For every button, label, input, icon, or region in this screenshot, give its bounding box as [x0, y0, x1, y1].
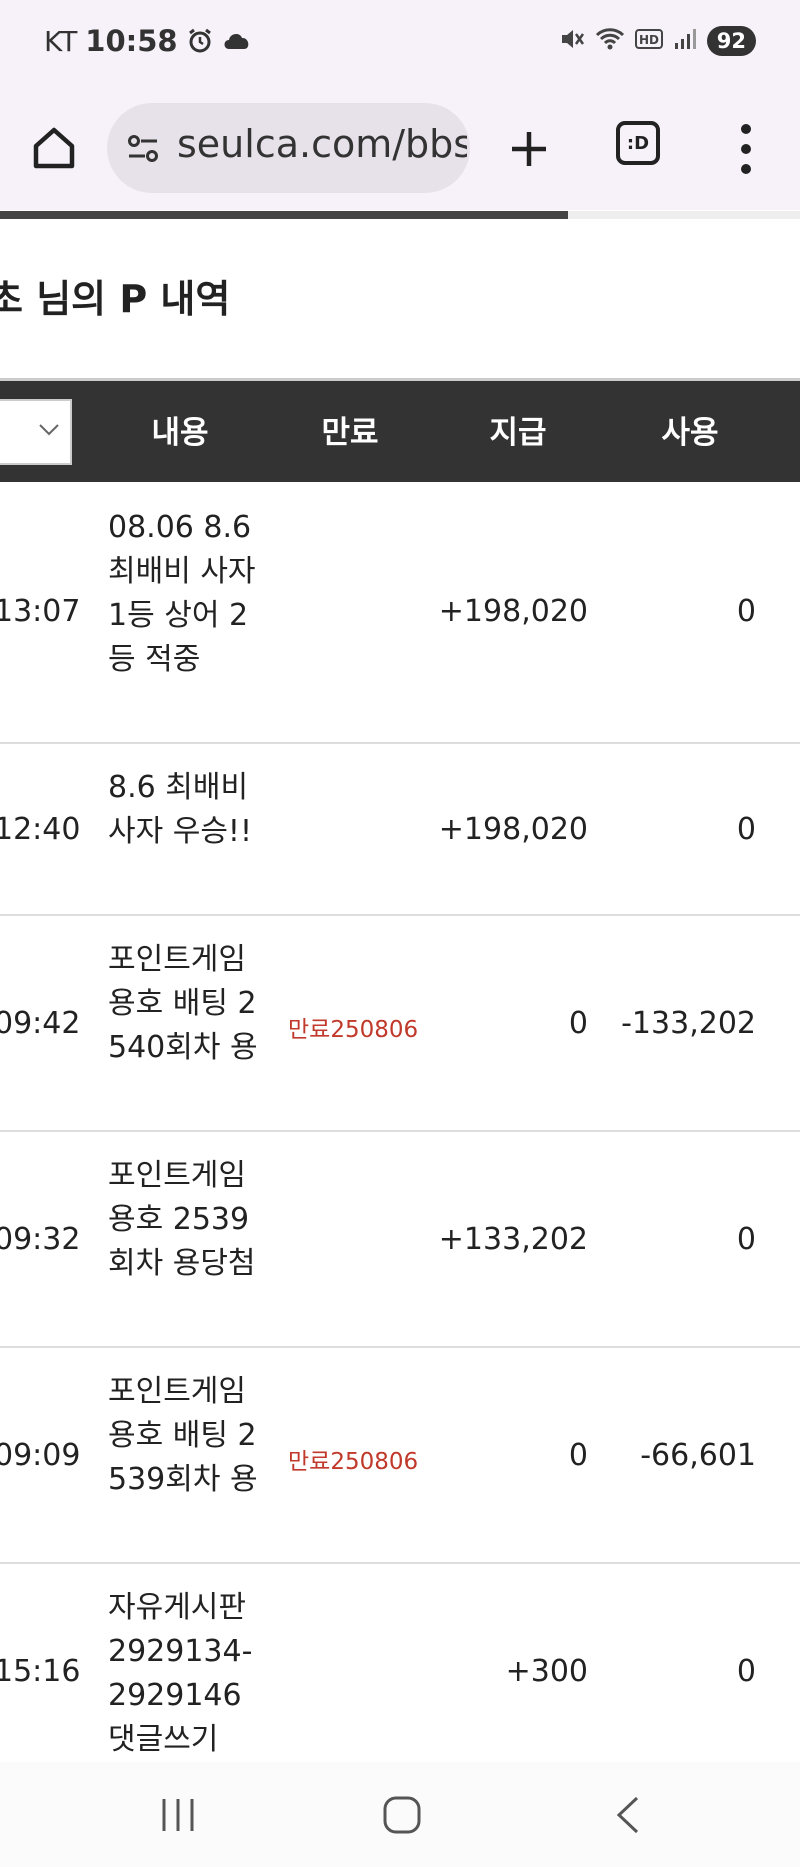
row-time: 09:42 [0, 1006, 81, 1041]
site-settings-icon[interactable] [125, 131, 161, 167]
status-left: KT 10:58 [44, 24, 250, 58]
page-title: 초 님의 P 내역 [0, 277, 231, 321]
progress-fill [0, 211, 568, 219]
table-row: 09:09 포인트게임 용호 배팅 2539회차 용 만료250806 0 -6… [0, 1348, 800, 1564]
row-use: 0 [736, 1222, 756, 1257]
url-text[interactable]: seulca.com/bbs [177, 122, 467, 166]
row-content[interactable]: 포인트게임 용호 배팅 2540회차 용 [108, 938, 258, 1070]
header-pay: 지급 [489, 415, 547, 451]
row-use: 0 [736, 594, 756, 629]
row-content[interactable]: 포인트게임 용호 2539회차 용당첨 [108, 1154, 258, 1286]
row-content[interactable]: 08.06 8.6 최배비 사자 1등 상어 2등 적중 [108, 506, 258, 682]
browser-toolbar: seulca.com/bbs :D [0, 90, 800, 210]
mute-icon [559, 26, 585, 56]
battery-indicator: 92 [706, 26, 756, 56]
table-row: 09:42 포인트게임 용호 배팅 2540회차 용 만료250806 0 -1… [0, 916, 800, 1132]
row-pay: 0 [568, 1438, 588, 1473]
home-icon [33, 127, 75, 169]
chevron-down-icon [39, 424, 59, 436]
table-row: 15:16 자유게시판 2929134-2929146 댓글쓰기 +300 0 [0, 1564, 800, 1780]
nav-home-icon [383, 1796, 421, 1834]
row-use: 0 [736, 1654, 756, 1689]
row-pay: 0 [568, 1006, 588, 1041]
address-bar[interactable]: seulca.com/bbs [107, 103, 470, 193]
row-use: -66,601 [640, 1438, 756, 1473]
home-button[interactable] [24, 118, 84, 178]
table-row: 12:40 8.6 최배비 사자 우승!! +198,020 0 [0, 744, 800, 916]
row-pay: +198,020 [438, 594, 588, 629]
cloud-icon [222, 27, 250, 55]
row-time: 13:07 [0, 594, 81, 629]
plus-icon [512, 132, 546, 166]
row-expire: 만료250806 [288, 1017, 419, 1043]
back-icon [616, 1796, 639, 1834]
clock: 10:58 [85, 24, 178, 58]
carrier-label: KT [44, 24, 78, 58]
row-use: 0 [736, 812, 756, 847]
row-time: 12:40 [0, 812, 81, 847]
nav-home-button[interactable] [372, 1790, 432, 1840]
row-pay: +198,020 [438, 812, 588, 847]
header-use: 사용 [661, 415, 719, 451]
signal-icon [673, 27, 697, 55]
status-right: HD 92 [559, 26, 756, 56]
row-content[interactable]: 8.6 최배비 사자 우승!! [108, 766, 258, 854]
row-pay: +133,202 [438, 1222, 588, 1257]
wifi-icon [595, 26, 625, 56]
row-time: 09:32 [0, 1222, 81, 1257]
points-history-table: 내용 만료 지급 사용 13:07 08.06 8.6 최배비 사자 1등 상어… [0, 378, 800, 1780]
header-content: 내용 [151, 415, 209, 451]
status-bar: KT 10:58 HD 92 [0, 0, 800, 90]
header-expire: 만료 [321, 415, 379, 451]
table-header: 내용 만료 지급 사용 [0, 378, 800, 482]
row-time: 15:16 [0, 1654, 81, 1689]
new-tab-button[interactable] [498, 118, 560, 180]
system-navigation-bar [0, 1762, 800, 1867]
row-expire: 만료250806 [288, 1449, 419, 1475]
row-content[interactable]: 자유게시판 2929134-2929146 댓글쓰기 [108, 1586, 258, 1762]
page-load-progress [0, 211, 800, 219]
recent-apps-icon [162, 1799, 194, 1831]
row-time: 09:09 [0, 1438, 81, 1473]
table-row: 13:07 08.06 8.6 최배비 사자 1등 상어 2등 적중 +198,… [0, 482, 800, 744]
hd-icon: HD [634, 27, 663, 55]
back-button[interactable] [598, 1790, 658, 1840]
svg-text:HD: HD [639, 33, 659, 47]
tab-switcher-button[interactable]: :D [616, 121, 660, 165]
recent-apps-button[interactable] [148, 1790, 208, 1840]
row-pay: +300 [505, 1654, 588, 1689]
table-row: 09:32 포인트게임 용호 2539회차 용당첨 +133,202 0 [0, 1132, 800, 1348]
more-vert-icon[interactable] [722, 118, 770, 180]
row-use: -133,202 [621, 1006, 756, 1041]
date-filter-select[interactable] [0, 399, 72, 465]
alarm-icon [186, 27, 214, 55]
row-content[interactable]: 포인트게임 용호 배팅 2539회차 용 [108, 1370, 258, 1502]
